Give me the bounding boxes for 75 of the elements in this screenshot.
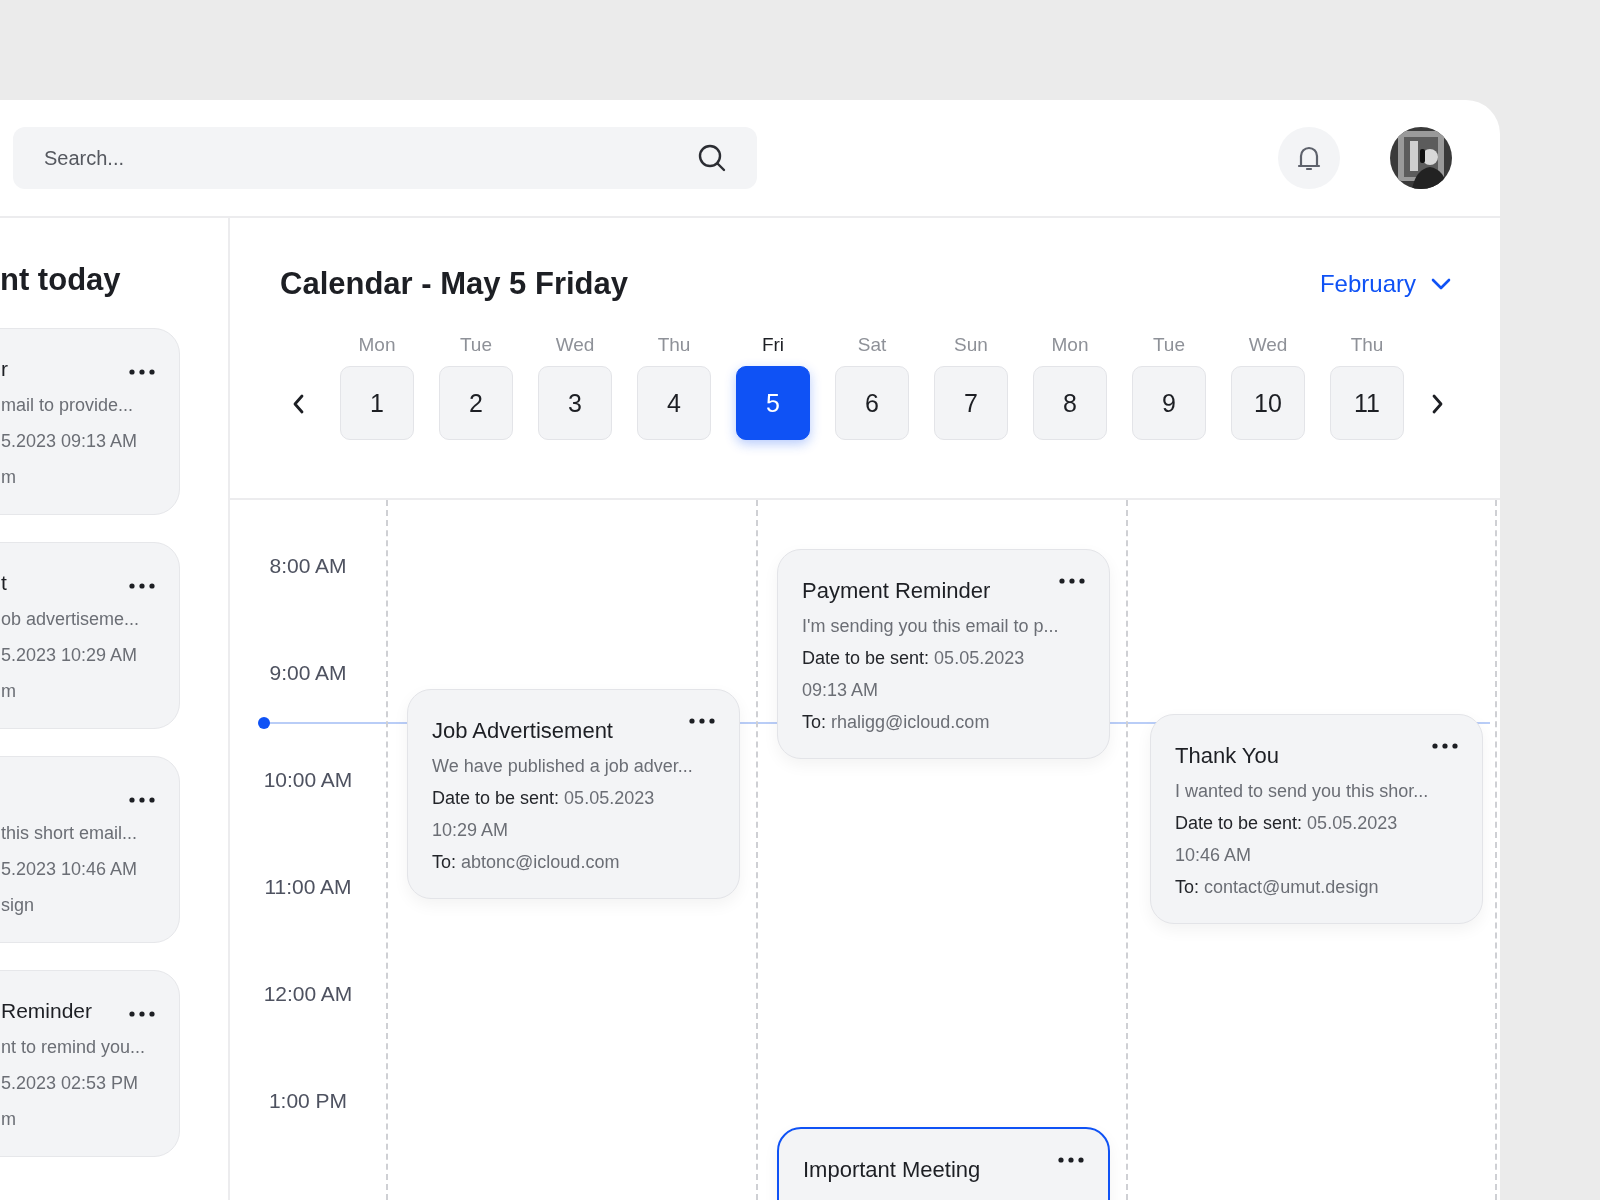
more-icon[interactable] [1059, 578, 1085, 584]
send-date: 5.2023 02:53 PM [1, 1072, 140, 1095]
day-button[interactable]: 4 [637, 366, 711, 440]
recipient: m [1, 680, 17, 703]
calendar-title: Calendar - May 5 Friday [280, 266, 628, 302]
caret-icon [1430, 277, 1452, 291]
recipient: To: abtonc@icloud.com [432, 851, 621, 874]
more-icon[interactable] [129, 369, 155, 375]
more-icon[interactable] [1058, 1157, 1084, 1163]
weekday-label: Mon [1051, 334, 1089, 356]
event-preview: I wanted to send you this shor... [1175, 780, 1430, 803]
more-icon[interactable] [1432, 743, 1458, 749]
event-card[interactable]: Thank You I wanted to send you this shor... Date to be sent: 05.05.2023 10:46 AM To: contact@umut.design [1150, 714, 1483, 924]
time-label: 9:00 AM [269, 660, 347, 685]
weekday-label: Sun [954, 334, 988, 356]
time-label: 12:00 AM [263, 981, 353, 1006]
event-preview: I'm sending you this email to p... [802, 615, 1060, 638]
email-card[interactable]: this short email... 5.2023 10:46 AM sign [0, 756, 180, 943]
event-title: Job Advertisement [432, 717, 613, 745]
email-preview: nt to remind you... [1, 1036, 147, 1059]
send-date: 5.2023 10:29 AM [1, 644, 139, 667]
day-button[interactable]: 2 [439, 366, 513, 440]
send-date: 5.2023 10:46 AM [1, 858, 139, 881]
day-button[interactable]: 11 [1330, 366, 1404, 440]
event-card[interactable]: Job Advertisement We have published a job adver... Date to be sent: 05.05.2023 10:29 AM To: abtonc@icloud.com [407, 689, 740, 899]
day-button[interactable]: 10 [1231, 366, 1305, 440]
recipient: sign [1, 894, 36, 917]
event-card[interactable]: Important Meeting [777, 1127, 1110, 1200]
time-label: 1:00 PM [268, 1088, 348, 1113]
event-card[interactable]: Payment Reminder I'm sending you this email to p... Date to be sent: 05.05.2023 09:13 AM To: rhaligg@icloud.com [777, 549, 1110, 759]
email-preview: mail to provide... [1, 394, 135, 417]
more-icon[interactable] [689, 718, 715, 724]
email-title: r [1, 357, 8, 381]
day-button[interactable]: 1 [340, 366, 414, 440]
event-preview: We have published a job adver... [432, 755, 694, 778]
email-card[interactable]: t ob advertiseme... 5.2023 10:29 AM m [0, 542, 180, 729]
weekday-label: Tue [1152, 334, 1185, 356]
event-title: Payment Reminder [802, 577, 991, 605]
section-heading: nt today [0, 262, 122, 298]
more-icon[interactable] [129, 1011, 155, 1017]
email-title: Reminder [1, 999, 93, 1023]
event-title: Thank You [1175, 742, 1279, 770]
search-icon [697, 143, 727, 173]
time-label: 10:00 AM [263, 767, 353, 792]
recipient: To: rhaligg@icloud.com [802, 711, 991, 734]
day-button[interactable]: 3 [538, 366, 612, 440]
email-preview: ob advertiseme... [1, 608, 141, 631]
send-date: 5.2023 09:13 AM [1, 430, 139, 453]
email-card[interactable]: r mail to provide... 5.2023 09:13 AM m [0, 328, 180, 515]
search-field[interactable]: Search... [13, 127, 757, 189]
recipient: m [1, 1108, 17, 1131]
day-button[interactable]: 5 [736, 366, 810, 440]
month-dropdown[interactable]: February [1319, 270, 1452, 298]
weekday-label: Wed [555, 334, 595, 356]
weekday-label: Thu [1350, 334, 1384, 356]
more-icon[interactable] [129, 583, 155, 589]
weekday-label: Wed [1248, 334, 1288, 356]
day-button[interactable]: 7 [934, 366, 1008, 440]
more-icon[interactable] [129, 797, 155, 803]
email-preview: this short email... [1, 822, 139, 845]
email-title: t [1, 571, 7, 595]
weekday-label: Sat [857, 334, 887, 356]
time-label: 8:00 AM [269, 553, 347, 578]
weekday-label: Tue [459, 334, 492, 356]
recipient: To: contact@umut.design [1175, 876, 1380, 899]
recipient: m [1, 466, 17, 489]
day-button[interactable]: 9 [1132, 366, 1206, 440]
weekday-label: Thu [657, 334, 691, 356]
email-card[interactable]: Reminder nt to remind you... 5.2023 02:53 PM m [0, 970, 180, 1157]
event-title: Important Meeting [803, 1156, 981, 1184]
day-button[interactable]: 8 [1033, 366, 1107, 440]
time-label: 11:00 AM [264, 874, 352, 899]
weekday-label: Fri [761, 334, 785, 356]
day-button[interactable]: 6 [835, 366, 909, 440]
weekday-label: Mon [358, 334, 396, 356]
